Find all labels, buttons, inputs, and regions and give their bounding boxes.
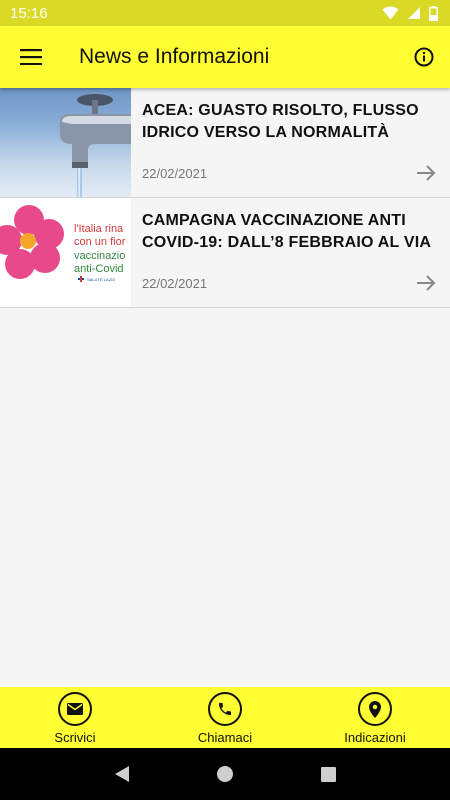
news-item[interactable]: l'Italia rina con un fior vaccinazio ant… bbox=[0, 198, 450, 308]
home-circle-icon bbox=[216, 766, 233, 782]
status-time: 15:16 bbox=[10, 4, 48, 22]
info-button[interactable] bbox=[400, 26, 448, 88]
signal-icon bbox=[408, 7, 420, 19]
vax-text-1: l'Italia rina bbox=[74, 223, 124, 235]
news-title: CAMPAGNA VACCINAZIONE ANTI COVID-19: DAL… bbox=[142, 212, 432, 251]
status-bar: 15:16 bbox=[0, 0, 450, 26]
nav-label: Indicazioni bbox=[344, 730, 406, 745]
water-tap-image bbox=[60, 94, 131, 197]
arrow-right-icon[interactable] bbox=[414, 161, 438, 185]
info-icon bbox=[414, 47, 434, 67]
hamburger-menu-icon bbox=[20, 49, 42, 65]
location-pin-icon bbox=[358, 692, 392, 726]
nav-item-indicazioni[interactable]: Indicazioni bbox=[300, 687, 450, 748]
vax-text-3: vaccinazio bbox=[74, 250, 125, 262]
news-list: ACEA: GUASTO RISOLTO, FLUSSO IDRICO VERS… bbox=[0, 88, 450, 308]
recents-button[interactable] bbox=[308, 754, 348, 794]
bottom-navigation: Scrivici Chiamaci Indicazioni bbox=[0, 687, 450, 748]
arrow-right-icon[interactable] bbox=[414, 271, 438, 295]
vax-text-4: anti-Covid bbox=[74, 263, 124, 275]
menu-button[interactable] bbox=[0, 26, 62, 88]
home-button[interactable] bbox=[205, 754, 245, 794]
wifi-icon bbox=[382, 6, 399, 20]
salute-lazio-logo-text: SALUTE LAZIO bbox=[87, 277, 115, 282]
back-button[interactable] bbox=[102, 754, 142, 794]
vax-text-2: con un fior bbox=[74, 236, 126, 248]
recents-square-icon bbox=[320, 766, 336, 782]
news-title: ACEA: GUASTO RISOLTO, FLUSSO IDRICO VERS… bbox=[142, 102, 419, 141]
news-body: ACEA: GUASTO RISOLTO, FLUSSO IDRICO VERS… bbox=[131, 88, 450, 197]
news-date: 22/02/2021 bbox=[142, 276, 208, 291]
news-item[interactable]: ACEA: GUASTO RISOLTO, FLUSSO IDRICO VERS… bbox=[0, 88, 450, 198]
system-navigation-bar bbox=[0, 748, 450, 800]
nav-item-chiamaci[interactable]: Chiamaci bbox=[150, 687, 300, 748]
phone-icon bbox=[208, 692, 242, 726]
news-thumbnail-vaccination: l'Italia rina con un fior vaccinazio ant… bbox=[0, 198, 131, 307]
back-triangle-icon bbox=[114, 766, 129, 782]
flower-logo-image: l'Italia rina con un fior vaccinazio ant… bbox=[0, 205, 126, 282]
nav-label: Chiamaci bbox=[197, 730, 253, 745]
battery-icon bbox=[429, 5, 438, 21]
status-icons bbox=[382, 5, 438, 21]
nav-label: Scrivici bbox=[54, 730, 96, 745]
nav-item-scrivici[interactable]: Scrivici bbox=[0, 687, 150, 748]
mail-icon bbox=[58, 692, 92, 726]
news-date: 22/02/2021 bbox=[142, 166, 208, 181]
app-bar: News e Informazioni bbox=[0, 26, 450, 88]
news-body: CAMPAGNA VACCINAZIONE ANTI COVID-19: DAL… bbox=[131, 198, 450, 307]
page-title: News e Informazioni bbox=[79, 45, 270, 68]
news-thumbnail-water-tap bbox=[0, 88, 131, 197]
